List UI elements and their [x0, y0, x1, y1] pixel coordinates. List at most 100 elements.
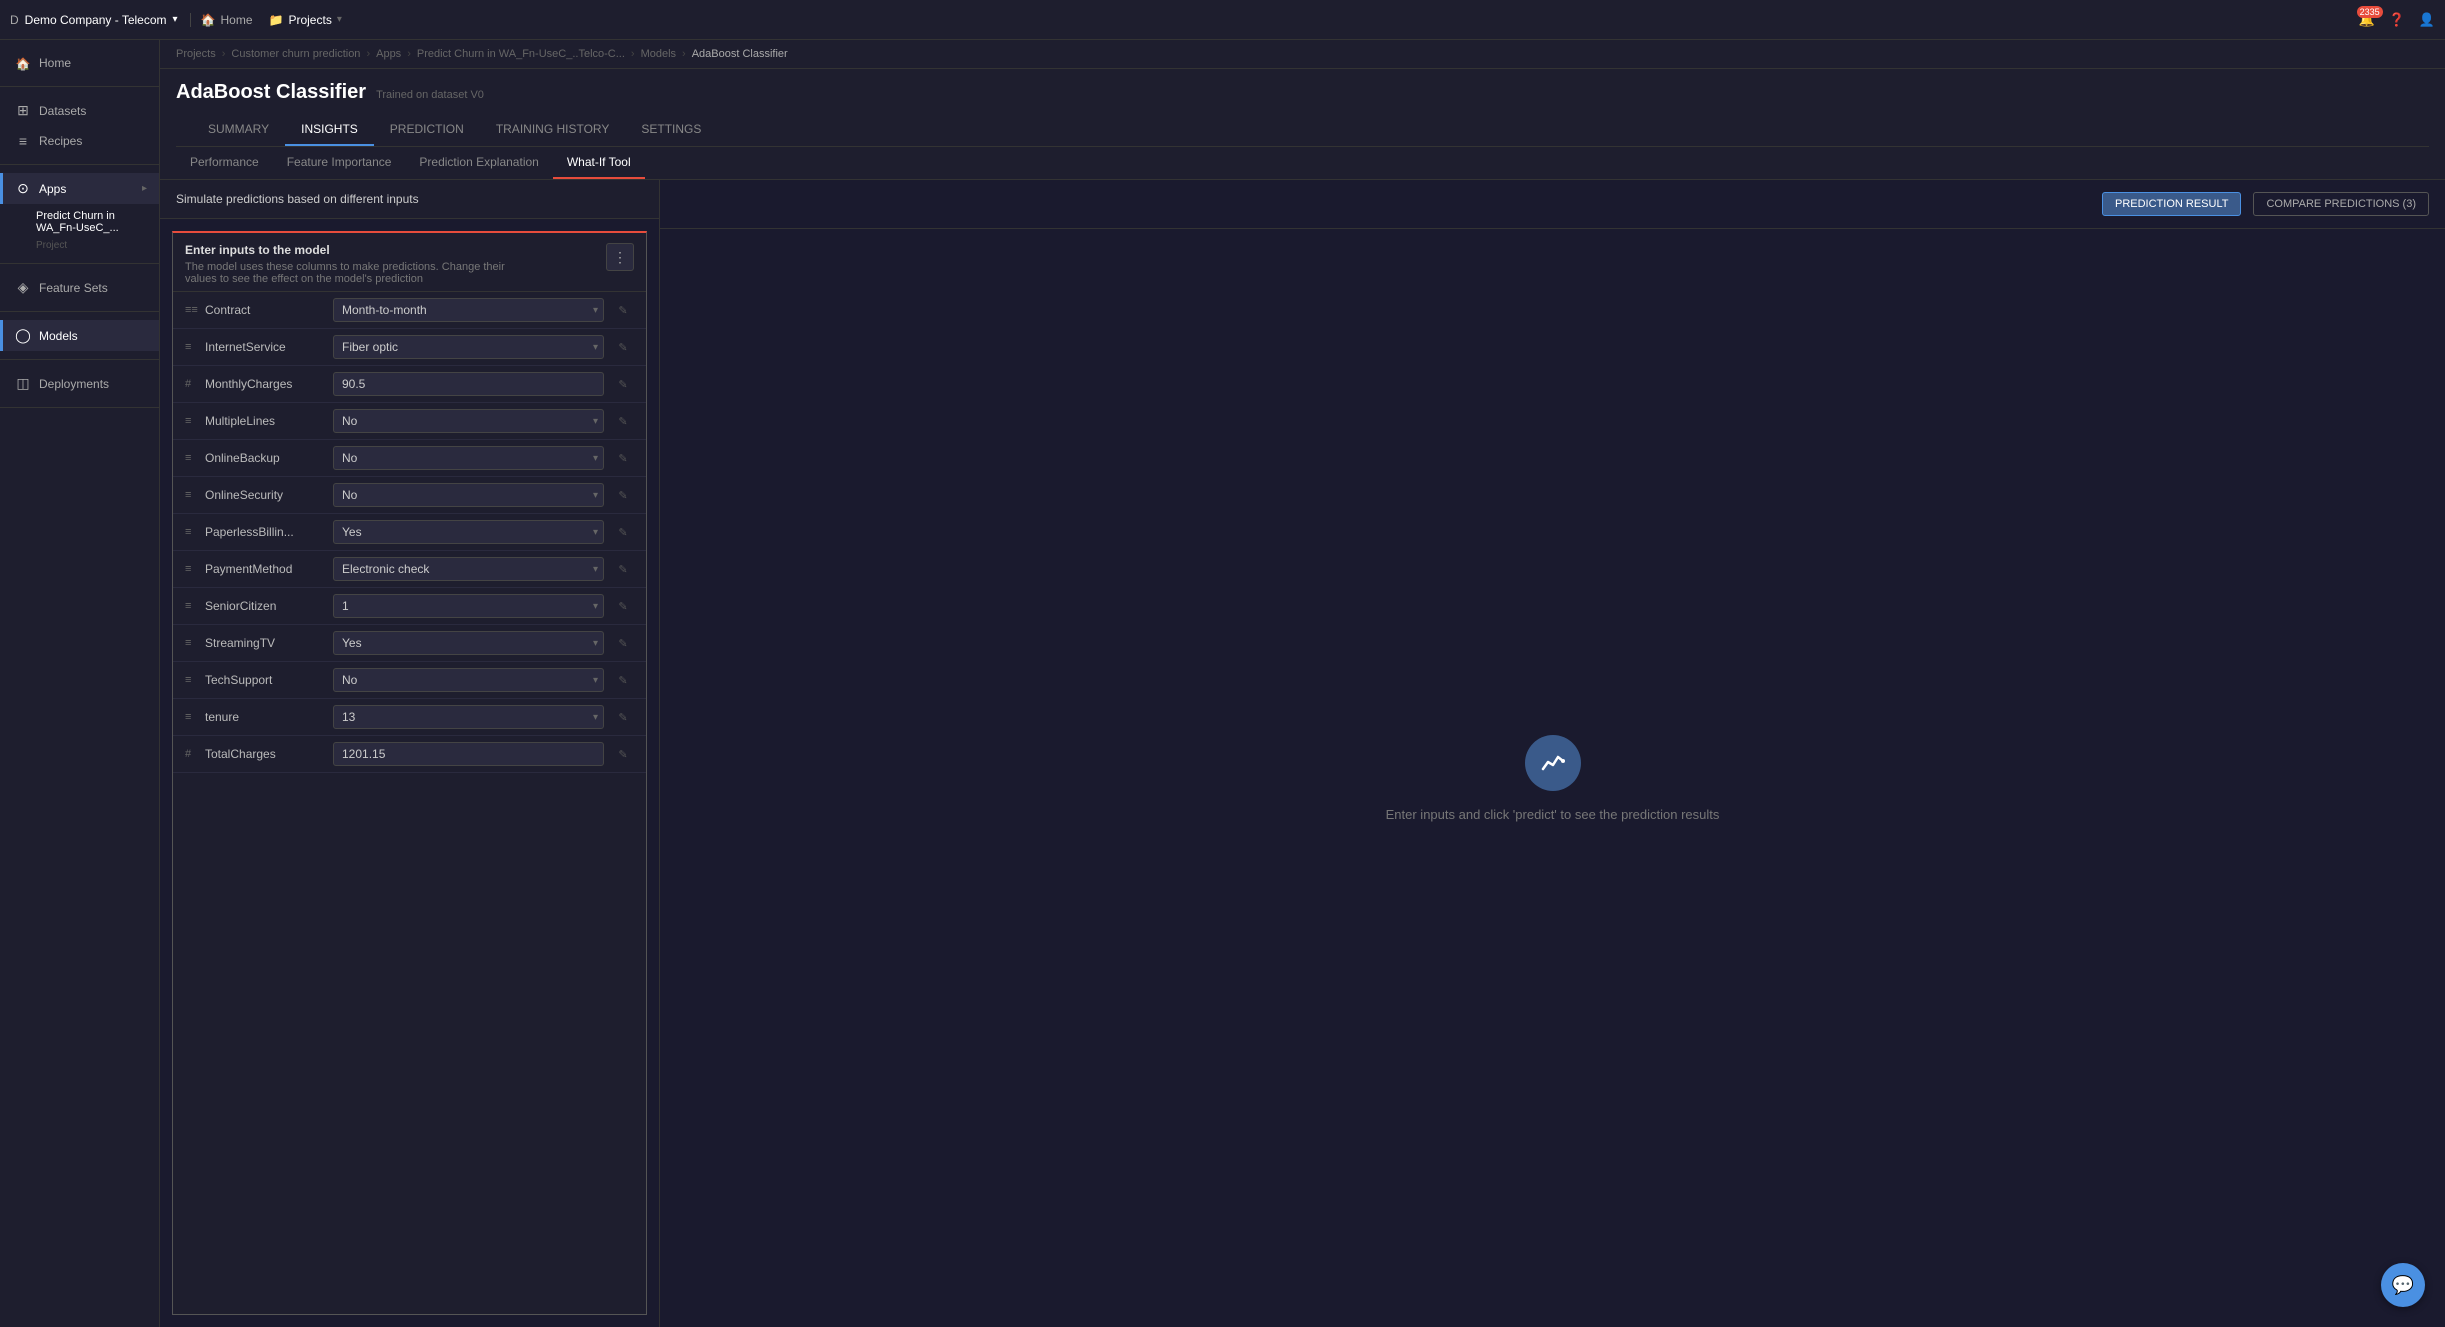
edit-senior[interactable]: ✎	[612, 595, 634, 617]
sidebar-item-recipes[interactable]: ≡ Recipes	[0, 126, 159, 156]
edit-tech-support[interactable]: ✎	[612, 669, 634, 691]
category-icon-online-security: ≡	[185, 489, 199, 501]
field-label-streaming: ≡ StreamingTV	[185, 636, 325, 650]
category-icon-internet: ≡	[185, 341, 199, 353]
edit-contract[interactable]: ✎	[612, 299, 634, 321]
breadcrumb-predict[interactable]: Predict Churn in WA_Fn-UseC_..Telco-C...	[417, 48, 625, 60]
edit-monthly[interactable]: ✎	[612, 373, 634, 395]
breadcrumb-customer-churn[interactable]: Customer churn prediction	[231, 48, 360, 60]
sidebar-main-section: ⊞ Datasets ≡ Recipes	[0, 87, 159, 165]
select-tenure[interactable]: 1 2 12 13 24	[333, 705, 604, 729]
top-nav: D Demo Company - Telecom ▾ 🏠 Home 📁 Proj…	[0, 0, 2445, 40]
select-wrapper-tech-support: Yes No No internet service ▾	[333, 668, 604, 692]
sidebar-item-home[interactable]: Home	[0, 48, 159, 78]
nav-projects[interactable]: 📁 Projects ▾	[269, 13, 342, 27]
edit-paperless[interactable]: ✎	[612, 521, 634, 543]
edit-tenure[interactable]: ✎	[612, 706, 634, 728]
select-senior-citizen[interactable]: 0 1	[333, 594, 604, 618]
inputs-panel-description: The model uses these columns to make pre…	[185, 261, 525, 285]
input-total-charges[interactable]	[333, 742, 604, 766]
sidebar-item-models[interactable]: ◯ Models	[0, 320, 159, 351]
select-payment-method[interactable]: Electronic check Mailed check Bank trans…	[333, 557, 604, 581]
sub-tab-what-if-tool[interactable]: What-If Tool	[553, 147, 645, 179]
category-icon-paperless: ≡	[185, 526, 199, 538]
edit-streaming[interactable]: ✎	[612, 632, 634, 654]
breadcrumb-projects[interactable]: Projects	[176, 48, 216, 60]
field-label-online-backup: ≡ OnlineBackup	[185, 451, 325, 465]
sidebar-apps-section: ⊙ Apps ▸ Predict Churn in WA_Fn-UseC_...…	[0, 165, 159, 264]
sep1: ›	[222, 48, 226, 60]
recipes-icon: ≡	[15, 133, 31, 149]
field-label-online-security: ≡ OnlineSecurity	[185, 488, 325, 502]
select-streaming-tv[interactable]: Yes No No internet service	[333, 631, 604, 655]
tab-prediction[interactable]: PREDICTION	[374, 114, 480, 146]
field-control-tech-support: Yes No No internet service ▾	[333, 668, 604, 692]
category-icon-senior: ≡	[185, 600, 199, 612]
more-icon: ⋮	[613, 249, 627, 266]
breadcrumb-models[interactable]: Models	[641, 48, 676, 60]
models-icon: ◯	[15, 327, 31, 344]
inputs-panel-title: Enter inputs to the model	[185, 243, 525, 257]
select-online-security[interactable]: Yes No No internet service	[333, 483, 604, 507]
select-internet-service[interactable]: DSL Fiber optic No	[333, 335, 604, 359]
notifications[interactable]: 🔔 2335	[2358, 12, 2374, 28]
compare-predictions-button[interactable]: COMPARE PREDICTIONS (3)	[2253, 192, 2429, 216]
category-icon-payment: ≡	[185, 563, 199, 575]
fab-button[interactable]: 💬	[2381, 1263, 2425, 1307]
right-panel: PREDICTION RESULT COMPARE PREDICTIONS (3…	[660, 180, 2445, 1327]
input-monthly-charges[interactable]	[333, 372, 604, 396]
tab-training-history[interactable]: TRAINING HISTORY	[480, 114, 626, 146]
field-row-contract: ≡ Contract Month-to-month One year Two y…	[173, 292, 646, 329]
select-tech-support[interactable]: Yes No No internet service	[333, 668, 604, 692]
breadcrumb-apps[interactable]: Apps	[376, 48, 401, 60]
field-control-internet: DSL Fiber optic No ▾	[333, 335, 604, 359]
fab-icon: 💬	[2392, 1275, 2414, 1296]
sidebar-item-featuresets[interactable]: ◈ Feature Sets	[0, 272, 159, 303]
edit-total-charges[interactable]: ✎	[612, 743, 634, 765]
inputs-action-button[interactable]: ⋮	[606, 243, 634, 271]
tab-summary[interactable]: SUMMARY	[192, 114, 285, 146]
user-icon[interactable]: 👤	[2419, 12, 2435, 28]
edit-online-security[interactable]: ✎	[612, 484, 634, 506]
field-control-contract: Month-to-month One year Two year ▾	[333, 298, 604, 322]
edit-payment[interactable]: ✎	[612, 558, 634, 580]
sub-tab-performance[interactable]: Performance	[176, 147, 273, 179]
field-row-online-security: ≡ OnlineSecurity Yes No No internet serv…	[173, 477, 646, 514]
sub-tab-prediction-explanation[interactable]: Prediction Explanation	[405, 147, 552, 179]
help-icon[interactable]: ❓	[2389, 12, 2405, 28]
sidebar-item-apps[interactable]: ⊙ Apps ▸	[0, 173, 159, 204]
projects-chevron: ▾	[337, 14, 342, 25]
main-tabs: SUMMARY INSIGHTS PREDICTION TRAINING HIS…	[176, 114, 2429, 147]
select-online-backup[interactable]: Yes No No internet service	[333, 446, 604, 470]
select-contract[interactable]: Month-to-month One year Two year	[333, 298, 604, 322]
page-header: AdaBoost Classifier Trained on dataset V…	[160, 69, 2445, 147]
sep3: ›	[407, 48, 411, 60]
edit-internet[interactable]: ✎	[612, 336, 634, 358]
sidebar-model-section: ◯ Models	[0, 312, 159, 360]
tab-settings[interactable]: SETTINGS	[625, 114, 717, 146]
sep2: ›	[366, 48, 370, 60]
select-wrapper-online-backup: Yes No No internet service ▾	[333, 446, 604, 470]
prediction-result-button[interactable]: PREDICTION RESULT	[2102, 192, 2241, 216]
tab-insights[interactable]: INSIGHTS	[285, 114, 374, 146]
nav-home[interactable]: 🏠 Home	[201, 13, 253, 27]
edit-online-backup[interactable]: ✎	[612, 447, 634, 469]
edit-multiple-lines[interactable]: ✎	[612, 410, 634, 432]
field-control-online-security: Yes No No internet service ▾	[333, 483, 604, 507]
field-row-payment-method: ≡ PaymentMethod Electronic check Mailed …	[173, 551, 646, 588]
inputs-panel: Enter inputs to the model The model uses…	[172, 231, 647, 1315]
field-label-senior: ≡ SeniorCitizen	[185, 599, 325, 613]
sidebar-sub-apps[interactable]: Predict Churn in WA_Fn-UseC_...	[0, 204, 159, 240]
breadcrumb-adaboost: AdaBoost Classifier	[692, 48, 788, 60]
field-row-internet-service: ≡ InternetService DSL Fiber optic No ▾	[173, 329, 646, 366]
inputs-header: Enter inputs to the model The model uses…	[173, 233, 646, 292]
select-wrapper-paperless: Yes No ▾	[333, 520, 604, 544]
select-paperless-billing[interactable]: Yes No	[333, 520, 604, 544]
sidebar-item-deployments[interactable]: ◫ Deployments	[0, 368, 159, 399]
company-logo: D	[10, 13, 19, 27]
main-content: Projects › Customer churn prediction › A…	[160, 40, 2445, 1327]
sub-tab-feature-importance[interactable]: Feature Importance	[273, 147, 406, 179]
sidebar-item-datasets[interactable]: ⊞ Datasets	[0, 95, 159, 126]
company-selector[interactable]: D Demo Company - Telecom ▾	[10, 13, 191, 27]
select-multiple-lines[interactable]: Yes No No phone service	[333, 409, 604, 433]
